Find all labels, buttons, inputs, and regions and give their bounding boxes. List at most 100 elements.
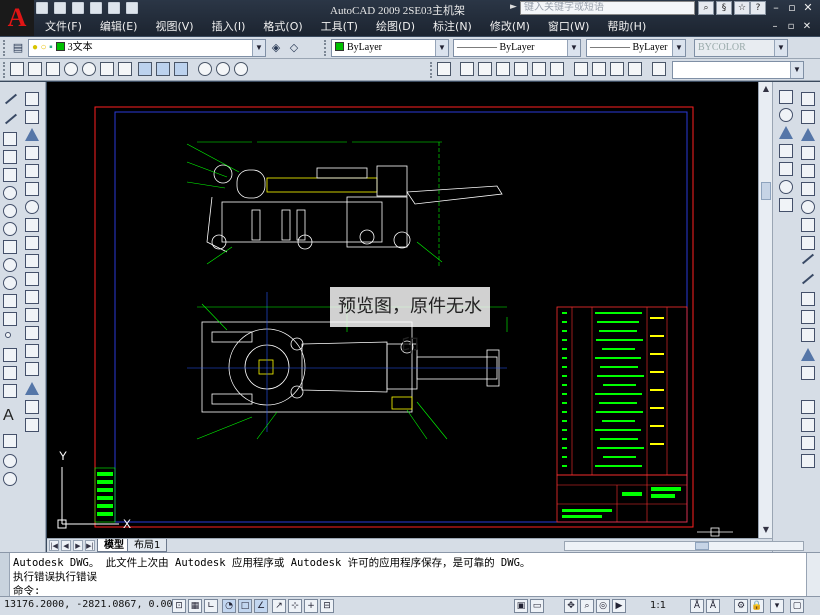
construction-line-icon[interactable] xyxy=(4,113,18,125)
object-snap-button[interactable]: □ xyxy=(238,599,252,613)
rotate-icon[interactable] xyxy=(25,200,39,214)
back-view-icon[interactable] xyxy=(550,62,564,76)
steeringwheel-button[interactable]: ◎ xyxy=(596,599,610,613)
presspull-icon[interactable] xyxy=(156,62,170,76)
leader-icon[interactable] xyxy=(25,400,39,414)
toolbar-lock-button[interactable]: ▾ xyxy=(770,599,784,613)
snap-endpoint-icon[interactable] xyxy=(779,108,793,122)
table-icon[interactable] xyxy=(3,434,17,448)
chevron-down-icon[interactable]: ▼ xyxy=(435,40,448,56)
view-dropdown[interactable]: ▼ xyxy=(672,61,804,79)
chevron-down-icon[interactable]: ▼ xyxy=(252,40,265,56)
restore-icon[interactable]: ▫ xyxy=(784,1,800,15)
join-icon[interactable] xyxy=(25,308,39,322)
extend-icon[interactable] xyxy=(25,272,39,286)
doc-restore-icon[interactable]: ▫ xyxy=(784,20,798,34)
right-view-icon[interactable] xyxy=(514,62,528,76)
open-file-icon[interactable] xyxy=(54,2,66,14)
minimize-icon[interactable]: – xyxy=(768,1,784,15)
se-iso-view-icon[interactable] xyxy=(592,62,606,76)
break-icon[interactable] xyxy=(25,290,39,304)
dim-aligned-icon[interactable] xyxy=(801,253,815,265)
pen-icon[interactable] xyxy=(801,92,815,106)
help-search-input[interactable]: 键入关键字或短语 xyxy=(520,1,695,15)
menu-view[interactable]: 视图(V) xyxy=(146,18,202,35)
auto-scale-button[interactable]: Å xyxy=(706,599,720,613)
chevron-down-icon[interactable]: ▼ xyxy=(672,40,685,56)
object-snap-tracking-button[interactable]: ∠ xyxy=(254,599,268,613)
dim-baseline-icon[interactable] xyxy=(801,366,815,380)
ortho-mode-button[interactable]: ∟ xyxy=(204,599,218,613)
sw-iso-view-icon[interactable] xyxy=(574,62,588,76)
sweep-icon[interactable] xyxy=(174,62,188,76)
camera-icon[interactable] xyxy=(652,62,666,76)
chevron-down-icon[interactable]: ▼ xyxy=(790,62,803,78)
vertical-scrollbar[interactable]: ▲ ▼ xyxy=(758,82,772,538)
scale-icon[interactable] xyxy=(25,218,39,232)
trim-icon[interactable] xyxy=(25,254,39,268)
bottom-view-icon[interactable] xyxy=(478,62,492,76)
snap-nearest-icon[interactable] xyxy=(801,200,815,214)
make-current-layer-icon[interactable]: ◈ xyxy=(268,40,284,56)
menu-modify[interactable]: 修改(M) xyxy=(481,18,539,35)
tab-model[interactable]: 模型 xyxy=(97,539,131,552)
rectangle-icon[interactable] xyxy=(3,168,17,182)
command-window-grip[interactable] xyxy=(0,553,10,597)
layer-previous-icon[interactable]: ◇ xyxy=(286,40,302,56)
fillet-icon[interactable] xyxy=(25,344,39,358)
copy-icon[interactable] xyxy=(25,110,39,124)
box-icon[interactable] xyxy=(10,62,24,76)
menu-dimension[interactable]: 标注(N) xyxy=(424,18,481,35)
spline-icon[interactable] xyxy=(3,240,17,254)
menu-file[interactable]: 文件(F) xyxy=(36,18,91,35)
polyline-icon[interactable] xyxy=(3,132,17,146)
undo-icon[interactable] xyxy=(108,2,120,14)
lineweight-dropdown[interactable]: ———— ByLayer ▼ xyxy=(586,39,686,57)
snap-center-icon[interactable] xyxy=(779,162,793,176)
lineweight-button[interactable]: + xyxy=(304,599,318,613)
menu-insert[interactable]: 插入(I) xyxy=(203,18,255,35)
vertical-scroll-thumb[interactable] xyxy=(761,182,771,200)
workspace-switch-button[interactable]: ⚙ xyxy=(734,599,748,613)
command-window[interactable]: Autodesk DWG。 此文件上次由 Autodesk 应用程序或 Auto… xyxy=(0,552,820,597)
layout-button[interactable]: ▭ xyxy=(530,599,544,613)
circle-icon[interactable] xyxy=(3,204,17,218)
snap-midpoint-icon[interactable] xyxy=(779,126,793,139)
toolbar-grip[interactable] xyxy=(3,62,6,78)
menu-tools[interactable]: 工具(T) xyxy=(312,18,367,35)
dim-arc-icon[interactable] xyxy=(801,273,815,285)
doc-minimize-icon[interactable]: – xyxy=(768,20,782,34)
draw-order-above-icon[interactable] xyxy=(801,436,815,450)
dim-diameter-icon[interactable] xyxy=(801,328,815,342)
color-dropdown[interactable]: ByLayer ▼ xyxy=(331,39,449,57)
search-icon[interactable]: ⌕ xyxy=(698,1,714,15)
draw-order-under-icon[interactable] xyxy=(801,454,815,468)
model-space-button[interactable]: ▣ xyxy=(514,599,528,613)
zoom-icon[interactable] xyxy=(3,454,17,468)
new-file-icon[interactable] xyxy=(36,2,48,14)
scroll-down-icon[interactable]: ▼ xyxy=(760,524,772,536)
draw-order-front-icon[interactable] xyxy=(801,400,815,414)
redo-icon[interactable] xyxy=(126,2,138,14)
snap-mode-button[interactable]: ⊡ xyxy=(172,599,186,613)
union-icon[interactable] xyxy=(198,62,212,76)
plotstyle-dropdown[interactable]: BYCOLOR ▼ xyxy=(694,39,788,57)
grid-display-button[interactable]: ▦ xyxy=(188,599,202,613)
chevron-down-icon[interactable]: ▼ xyxy=(774,40,787,56)
stretch-icon[interactable] xyxy=(25,236,39,250)
erase-icon[interactable] xyxy=(25,92,39,106)
snap-settings-icon[interactable] xyxy=(801,110,815,124)
move-icon[interactable] xyxy=(25,182,39,196)
zoom-button[interactable]: ⌕ xyxy=(580,599,594,613)
point-icon[interactable] xyxy=(5,332,11,338)
polar-tracking-button[interactable]: ◔ xyxy=(222,599,236,613)
layer-dropdown[interactable]: ● ○ ▪ 3文本 ▼ xyxy=(28,39,266,57)
last-tab-icon[interactable]: ▶| xyxy=(85,540,95,551)
front-view-icon[interactable] xyxy=(532,62,546,76)
annotation-scale[interactable]: 1:1 xyxy=(650,600,666,611)
insert-block-icon[interactable] xyxy=(3,294,17,308)
annotation-visibility-button[interactable]: Å xyxy=(690,599,704,613)
offset-icon[interactable] xyxy=(25,146,39,160)
pencil-edit-icon[interactable] xyxy=(25,418,39,432)
dim-radius-icon[interactable] xyxy=(801,310,815,324)
